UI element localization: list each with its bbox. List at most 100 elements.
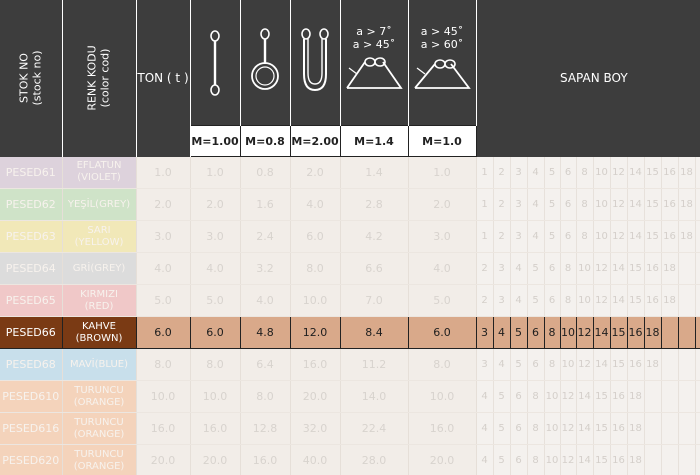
stock-number-cell: PESED68 xyxy=(0,348,63,381)
sling-length-cell: 1 xyxy=(476,156,494,189)
sling-length-cell: 6 xyxy=(510,444,528,475)
color-code-cell: EFLATUN (VIOLET) xyxy=(62,156,137,189)
capacity-cell: 6.0 xyxy=(290,220,341,253)
ton-cell: 20.0 xyxy=(136,444,191,475)
table-row[interactable]: PESED610 TURUNCU (ORANGE) 10.0 10.0 8.0 20.0 14… xyxy=(0,380,700,413)
table-row[interactable]: PESED65 KIRMIZI (RED) 5.0 5.0 4.0 10.0 7.0 5.0 2 3… xyxy=(0,284,700,317)
stock-number-cell: PESED61 xyxy=(0,156,63,189)
capacity-cell: 0.8 xyxy=(240,156,291,189)
sling-length-cell: 3 xyxy=(510,156,528,189)
sling-length-cell xyxy=(695,188,700,221)
multiplier-angle-b: M=1.0 xyxy=(407,125,477,157)
sling-length-cell xyxy=(695,412,700,445)
color-code-cell: SARI (YELLOW) xyxy=(62,220,137,253)
table-row[interactable]: PESED620 TURUNCU (ORANGE) 20.0 20.0 16.0 40.0 2… xyxy=(0,444,700,475)
sling-length-cell: 10 xyxy=(576,252,594,285)
sling-length-cell xyxy=(678,444,696,475)
sling-length-cell xyxy=(695,380,700,413)
sling-length-cell: 12 xyxy=(576,316,594,349)
color-code-line: SARI xyxy=(87,224,111,236)
capacity-cell: 6.4 xyxy=(240,348,291,381)
capacity-cell: 2.0 xyxy=(408,188,477,221)
sling-length-cell xyxy=(695,316,700,349)
sling-length-cell xyxy=(644,380,662,413)
sling-length-cell: 4 xyxy=(510,252,528,285)
sling-length-cell: 4 xyxy=(476,444,494,475)
sling-length-cell xyxy=(661,380,679,413)
color-code-line: (ORANGE) xyxy=(73,396,125,408)
capacity-cell: 5.0 xyxy=(190,284,241,317)
sling-length-cell xyxy=(678,284,696,317)
table-row[interactable]: PESED66 KAHVE (BROWN) 6.0 6.0 4.8 12.0 8.4 6.0 3 4… xyxy=(0,316,700,349)
sling-length-cell: 15 xyxy=(610,316,628,349)
sling-length-cell xyxy=(661,444,679,475)
capacity-cell: 2.4 xyxy=(240,220,291,253)
capacity-cell: 5.0 xyxy=(408,284,477,317)
capacity-cell: 10.0 xyxy=(190,380,241,413)
sling-length-cell xyxy=(644,412,662,445)
basket-angle-header-b: a > 45˚ a > 60˚ xyxy=(408,0,477,126)
sling-length-cell: 6 xyxy=(544,284,561,317)
stock-number-cell: PESED620 xyxy=(0,444,63,475)
capacity-cell: 4.0 xyxy=(290,188,341,221)
vertical-sling-icon xyxy=(210,29,220,96)
sling-table-body: PESED61 EFLATUN (VIOLET) 1.0 1.0 0.8 2.0 1.4 1.0… xyxy=(0,156,700,475)
sling-length-cell: 15 xyxy=(644,156,662,189)
color-code-cell: TURUNCU (ORANGE) xyxy=(62,380,137,413)
sling-length-cell: 10 xyxy=(593,188,611,221)
sling-length-cell: 6 xyxy=(510,380,528,413)
sling-length-cell: 15 xyxy=(627,252,645,285)
sling-length-cell: 5 xyxy=(493,444,511,475)
sling-length-cell: 12 xyxy=(593,284,611,317)
table-row[interactable]: PESED616 TURUNCU (ORANGE) 16.0 16.0 12.8 32.0 2… xyxy=(0,412,700,445)
sling-length-cell: 4 xyxy=(493,348,511,381)
sling-length-cell: 8 xyxy=(576,220,594,253)
sling-length-cell: 18 xyxy=(678,156,696,189)
capacity-cell: 2.0 xyxy=(190,188,241,221)
sling-length-cell xyxy=(678,348,696,381)
color-code-line: (RED) xyxy=(84,300,114,312)
sling-length-cell: 6 xyxy=(560,188,577,221)
table-row[interactable]: PESED68 MAVİ(BLUE) 8.0 8.0 6.4 16.0 11.2 8.0 3 4 5… xyxy=(0,348,700,381)
sling-length-cell: 14 xyxy=(576,412,594,445)
sling-length-cell: 8 xyxy=(527,412,545,445)
capacity-cell: 8.0 xyxy=(408,348,477,381)
capacity-cell: 32.0 xyxy=(290,412,341,445)
sling-length-cell: 14 xyxy=(627,188,645,221)
sling-length-cell xyxy=(695,156,700,189)
table-row[interactable]: PESED63 SARI (YELLOW) 3.0 3.0 2.4 6.0 4.2 3.0 1 2 3… xyxy=(0,220,700,253)
color-code-cell: TURUNCU (ORANGE) xyxy=(62,444,137,475)
capacity-cell: 3.0 xyxy=(190,220,241,253)
capacity-cell: 16.0 xyxy=(240,444,291,475)
ton-cell: 10.0 xyxy=(136,380,191,413)
table-row[interactable]: PESED64 GRİ(GREY) 4.0 4.0 3.2 8.0 6.6 4.0 2 3 4 5 6 8… xyxy=(0,252,700,285)
sling-length-cell: 15 xyxy=(593,444,611,475)
ton-cell: 5.0 xyxy=(136,284,191,317)
color-code-cell: YEŞİL(GREY) xyxy=(62,188,137,221)
capacity-cell: 3.0 xyxy=(408,220,477,253)
sling-length-cell: 5 xyxy=(493,380,511,413)
color-code-line: GRİ(GREY) xyxy=(72,262,126,274)
stock-number-cell: PESED63 xyxy=(0,220,63,253)
sling-length-cell: 16 xyxy=(627,348,645,381)
capacity-cell: 1.0 xyxy=(190,156,241,189)
sling-length-cell xyxy=(678,380,696,413)
capacity-cell: 7.0 xyxy=(340,284,409,317)
stock-number-cell: PESED62 xyxy=(0,188,63,221)
basket-angle-icon-a xyxy=(346,56,403,89)
sling-length-cell xyxy=(644,444,662,475)
sling-length-cell: 16 xyxy=(610,444,628,475)
table-row[interactable]: PESED61 EFLATUN (VIOLET) 1.0 1.0 0.8 2.0 1.4 1.0… xyxy=(0,156,700,189)
table-row[interactable]: PESED62 YEŞİL(GREY) 2.0 2.0 1.6 4.0 2.8 2.0 1 2 3 4… xyxy=(0,188,700,221)
capacity-cell: 1.6 xyxy=(240,188,291,221)
stock-number-cell: PESED616 xyxy=(0,412,63,445)
sling-length-cell: 18 xyxy=(644,316,662,349)
capacity-cell: 8.0 xyxy=(240,380,291,413)
sapan-boy-header: SAPAN BOY xyxy=(476,0,700,157)
sling-length-cell: 8 xyxy=(576,156,594,189)
sling-length-cell xyxy=(695,284,700,317)
sling-length-cell xyxy=(695,220,700,253)
capacity-cell: 8.0 xyxy=(290,252,341,285)
sling-length-cell: 3 xyxy=(476,316,494,349)
sling-length-cell: 12 xyxy=(610,220,628,253)
